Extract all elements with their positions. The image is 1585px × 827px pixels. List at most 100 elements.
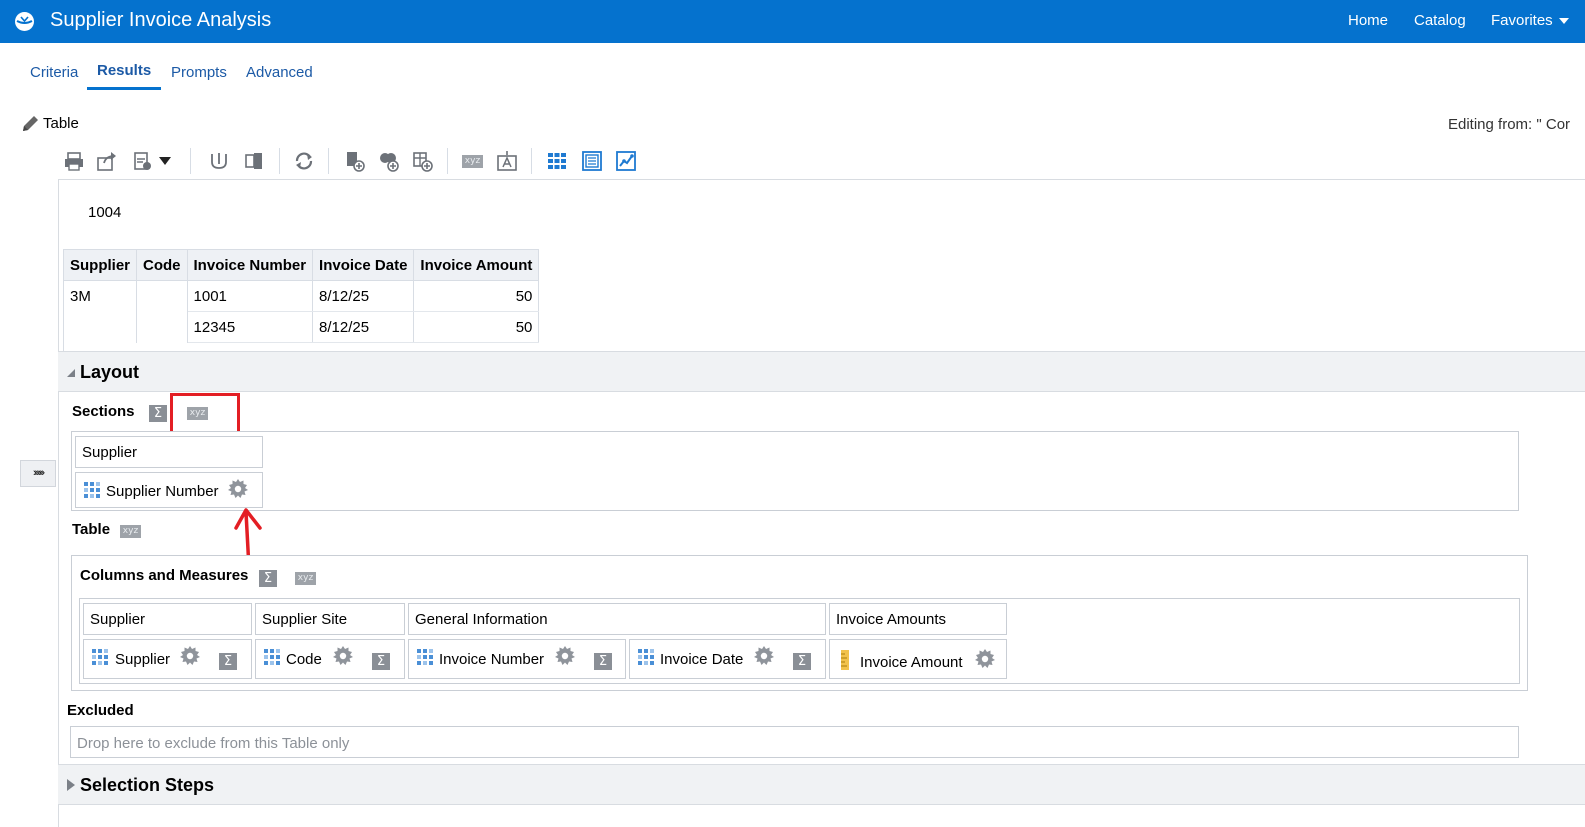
new-calculated-item-icon[interactable] (344, 150, 366, 172)
table-cell: 8/12/25 (312, 311, 415, 343)
toolbar-separator (279, 148, 280, 174)
gear-icon[interactable] (228, 479, 248, 499)
excluded-placeholder: Drop here to exclude from this Table onl… (77, 735, 350, 752)
top-bar: Supplier Invoice Analysis Home Catalog F… (0, 0, 1585, 43)
table-cell (136, 311, 188, 343)
tab-advanced[interactable]: Advanced (246, 64, 313, 81)
tab-criteria[interactable]: Criteria (30, 64, 78, 81)
attribute-column-icon (638, 649, 654, 665)
tab-prompts[interactable]: Prompts (171, 64, 227, 81)
section-value: 1004 (88, 204, 122, 221)
format-view-icon[interactable] (132, 150, 154, 172)
group-label: General Information (415, 611, 548, 628)
toolbar-divider (58, 179, 1585, 180)
totals-icon[interactable]: Σ (793, 653, 811, 670)
active-tab-indicator (87, 87, 161, 90)
attribute-column-icon (417, 649, 433, 665)
table-cell: 50 (413, 280, 540, 312)
group-header-invoice-amounts: Invoice Amounts (829, 603, 1007, 635)
gear-icon[interactable] (333, 646, 353, 666)
column-header[interactable]: Invoice Number (186, 249, 314, 281)
column-header[interactable]: Invoice Date (312, 249, 415, 281)
selection-steps-panel-header[interactable]: Selection Steps (58, 764, 1585, 805)
column-header[interactable]: Invoice Amount (413, 249, 540, 281)
sections-drop-area[interactable] (71, 431, 1519, 511)
edit-view-properties-icon[interactable] (496, 150, 518, 172)
gear-icon[interactable] (555, 646, 575, 666)
print-icon[interactable] (63, 150, 85, 172)
sections-totals-icon[interactable]: Σ (149, 405, 167, 422)
column-header[interactable]: Supplier (62, 249, 138, 281)
column-label: Invoice Date (660, 651, 744, 668)
gear-icon[interactable] (754, 646, 774, 666)
column-item-invoice-number[interactable]: Invoice Number Σ (408, 639, 626, 679)
group-header-general-information: General Information (408, 603, 826, 635)
chevron-down-icon[interactable] (159, 157, 171, 166)
pane-expander[interactable]: ›››››› (20, 460, 56, 487)
column-label: Supplier Number (106, 483, 219, 500)
column-item-code[interactable]: Code Σ (255, 639, 405, 679)
column-item-supplier[interactable]: Supplier Σ (83, 639, 252, 679)
sections-group-header: Supplier (75, 436, 263, 468)
nav-favorites-link[interactable]: Favorites (1491, 12, 1569, 29)
collapse-triangle-icon (67, 369, 75, 377)
column-item-invoice-date[interactable]: Invoice Date Σ (629, 639, 826, 679)
excluded-drop-area[interactable]: Drop here to exclude from this Table onl… (70, 726, 1519, 758)
layout-panel-header[interactable]: Layout (58, 351, 1585, 392)
new-group-icon[interactable] (378, 150, 400, 172)
columns-measures-label: Columns and Measures (80, 567, 249, 584)
table-cell: 12345 (186, 311, 314, 343)
gear-icon[interactable] (975, 649, 995, 669)
xyz-format-icon[interactable]: xyz (462, 155, 483, 168)
layout-title: Layout (80, 362, 140, 382)
oracle-logo-icon (15, 12, 34, 31)
view-name: Table (43, 115, 79, 132)
graph-view-icon[interactable] (615, 150, 637, 172)
nav-home-link[interactable]: Home (1348, 12, 1388, 29)
table-header-row: Supplier Code Invoice Number Invoice Dat… (62, 249, 540, 281)
chevron-down-icon (1558, 18, 1569, 25)
table-cell: 50 (413, 311, 540, 343)
column-header[interactable]: Code (136, 249, 188, 281)
new-column-icon[interactable] (412, 150, 434, 172)
table-clip-edge (63, 343, 538, 351)
group-label: Supplier (90, 611, 146, 628)
section-column-supplier-number[interactable]: Supplier Number (75, 472, 263, 508)
toolbar-separator (447, 148, 448, 174)
excluded-label: Excluded (67, 702, 134, 719)
table-cell (62, 311, 138, 343)
pivot-table-icon[interactable] (581, 150, 603, 172)
tab-results[interactable]: Results (97, 62, 151, 79)
attribute-column-icon (84, 482, 100, 498)
annotation-highlight-box (170, 393, 240, 435)
results-table: Supplier Code Invoice Number Invoice Dat… (62, 249, 540, 343)
pivot-columns-icon[interactable] (243, 150, 265, 172)
nav-catalog-link[interactable]: Catalog (1414, 12, 1466, 29)
table-cell: 8/12/25 (312, 280, 415, 312)
group-header-supplier: Supplier (83, 603, 252, 635)
table-format-icon[interactable]: xyz (120, 525, 141, 538)
gear-icon[interactable] (180, 646, 200, 666)
table-view-icon[interactable] (546, 150, 568, 172)
export-icon[interactable] (96, 150, 118, 172)
columns-format-icon[interactable]: xyz (295, 572, 316, 585)
totals-icon[interactable]: Σ (219, 653, 237, 670)
table-cell: 1001 (186, 280, 314, 312)
column-label: Invoice Amount (860, 654, 963, 671)
toolbar-separator (190, 148, 191, 174)
table-cell (136, 280, 188, 312)
measure-column-icon (841, 650, 849, 670)
group-header-supplier-site: Supplier Site (255, 603, 405, 635)
drill-icon[interactable] (208, 150, 230, 172)
column-item-invoice-amount[interactable]: Invoice Amount (829, 639, 1007, 679)
table-row: 12345 8/12/25 50 (62, 311, 540, 343)
column-label: Invoice Number (439, 651, 545, 668)
totals-icon[interactable]: Σ (594, 653, 612, 670)
selection-steps-title: Selection Steps (80, 775, 215, 795)
columns-totals-icon[interactable]: Σ (259, 570, 277, 587)
totals-icon[interactable]: Σ (372, 653, 390, 670)
column-label: Supplier (115, 651, 171, 668)
table-section-label: Table (72, 521, 111, 538)
refresh-icon[interactable] (293, 150, 315, 172)
sections-group-label: Supplier (82, 444, 138, 461)
